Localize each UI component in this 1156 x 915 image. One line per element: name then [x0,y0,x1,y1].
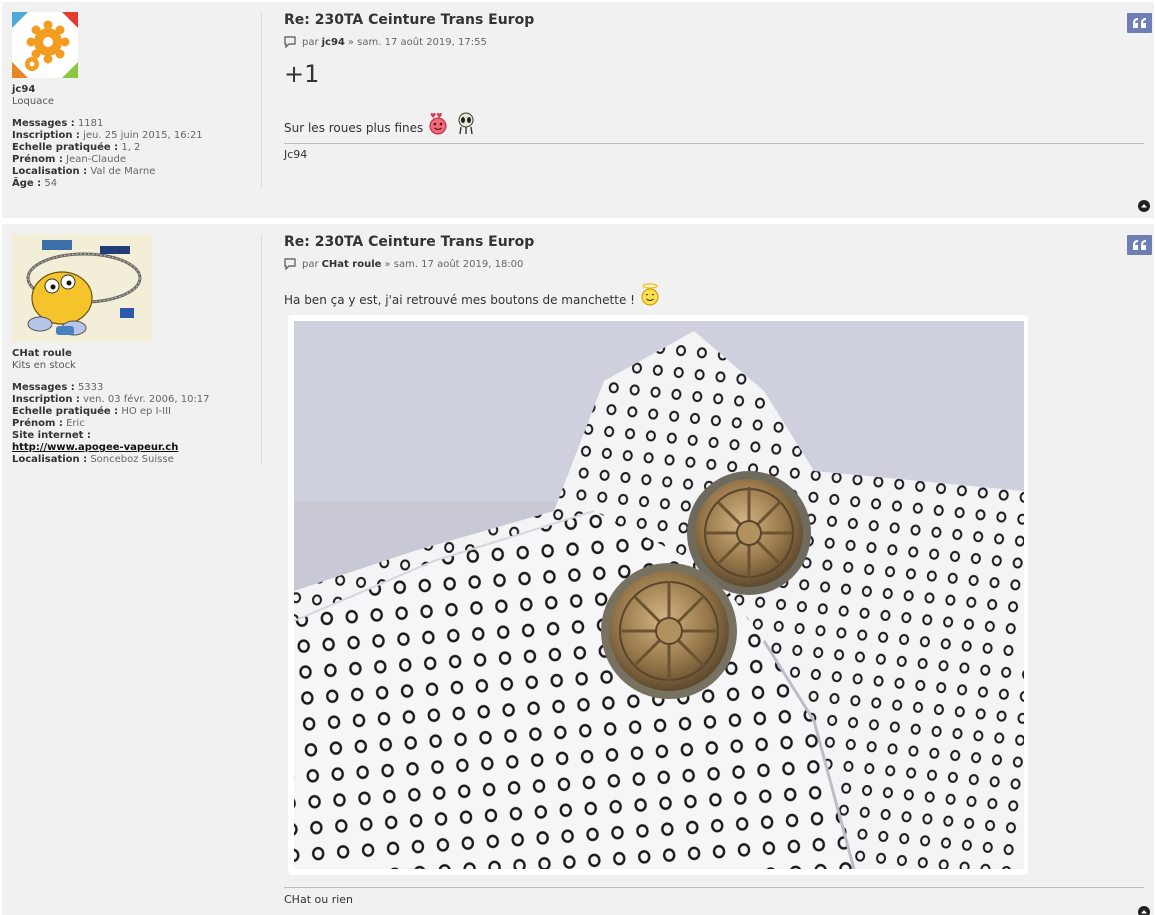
post-text: Ha ben ça y est, j'ai retrouvé mes bouto… [284,293,635,307]
profile-field: Messages : 5333 [12,382,262,394]
field-label: Echelle pratiquée : [12,406,119,417]
field-value: HO ep I-III [118,406,171,417]
user-rank: Loquace [12,96,54,107]
angel-smiley-icon [641,283,659,306]
post-meta: par CHat roule » sam. 17 août 2019, 18:0… [284,257,1144,271]
field-value: 1181 [74,118,104,129]
post-icon[interactable] [284,258,296,270]
profile-divider [261,234,262,464]
arrow-up-circle-icon[interactable] [1138,906,1150,915]
post-image-frame [288,315,1028,875]
field-label: Prénom : [12,418,63,429]
profile-divider [261,12,262,188]
website-link[interactable]: http://www.apogee-vapeur.ch [12,442,178,453]
field-label: Localisation : [12,454,88,465]
field-value: ven. 03 févr. 2006, 10:17 [79,394,210,405]
field-label: Inscription : [12,394,80,405]
signature: Jc94 [284,148,308,161]
username[interactable]: jc94 [12,84,262,96]
meta-by: par [302,36,319,48]
post-title[interactable]: Re: 230TA Ceinture Trans Europ [284,11,1144,29]
profile-field: Inscription : jeu. 25 juin 2015, 16:21 [12,130,262,142]
signature-separator [284,887,1144,888]
post-text: Sur les roues plus fines [284,121,424,135]
post-profile: jc94 Loquace Messages : 1181 Inscription… [12,12,262,190]
post: jc94 Loquace Messages : 1181 Inscription… [2,2,1154,218]
avatar[interactable] [12,12,78,78]
field-label: Messages : [12,118,75,129]
profile-field: Messages : 1181 [12,118,262,130]
arrow-up-circle-icon[interactable] [1138,200,1150,212]
field-label: Âge : [12,178,42,189]
post-profile: CHat roule Kits en stock Messages : 5333… [12,234,262,466]
signature: CHat ou rien [284,893,354,906]
field-value: Eric [62,418,85,429]
post-meta: par jc94 » sam. 17 août 2019, 17:55 [284,35,1144,49]
profile-field: Inscription : ven. 03 févr. 2006, 10:17 [12,394,262,406]
field-value: 54 [41,178,58,189]
field-value: Jean-Claude [62,154,127,165]
profile-field: Localisation : Sonceboz Suisse [12,454,262,466]
post-title[interactable]: Re: 230TA Ceinture Trans Europ [284,233,1144,251]
post-date: » sam. 17 août 2019, 18:00 [384,258,524,270]
field-value: 1, 2 [118,142,141,153]
field-label: Localisation : [12,166,88,177]
field-label: Prénom : [12,154,63,165]
profile-field: Echelle pratiquée : HO ep I-III [12,406,262,418]
username[interactable]: CHat roule [12,348,262,360]
field-label: Echelle pratiquée : [12,142,119,153]
post-image[interactable] [294,321,1024,869]
post-content: Ha ben ça y est, j'ai retrouvé mes bouto… [284,283,1144,307]
profile-field: http://www.apogee-vapeur.ch [12,442,262,454]
post-big-text: +1 [284,60,320,88]
profile-field: Localisation : Val de Marne [12,166,262,178]
wheel-button [601,563,737,699]
post-date: » sam. 17 août 2019, 17:55 [347,36,487,48]
field-value: jeu. 25 juin 2015, 16:21 [79,130,203,141]
profile-field: Âge : 54 [12,178,262,190]
post-icon[interactable] [284,36,296,48]
meta-by: par [302,258,319,270]
field-value: 5333 [74,382,104,393]
user-rank: Kits en stock [12,360,76,371]
post-body: Re: 230TA Ceinture Trans Europ par CHat … [284,233,1144,915]
profile-field: Prénom : Eric [12,418,262,430]
post: CHat roule Kits en stock Messages : 5333… [2,224,1154,915]
field-label: Messages : [12,382,75,393]
field-label: Inscription : [12,130,80,141]
love-smiley-icon: ♥♥ [429,112,447,135]
profile-field: Echelle pratiquée : 1, 2 [12,142,262,154]
post-body: Re: 230TA Ceinture Trans Europ par jc94 … [284,11,1144,161]
avatar[interactable] [12,234,152,342]
post-author[interactable]: CHat roule [322,259,382,270]
profile-field: Site internet : [12,430,262,442]
profile-field: Prénom : Jean-Claude [12,154,262,166]
post-content: Sur les roues plus fines ♥♥ [284,109,1144,135]
alien-smiley-icon [458,112,474,135]
post-author[interactable]: jc94 [322,37,345,48]
field-value: Sonceboz Suisse [87,454,174,465]
field-label: Site internet : [12,430,91,441]
signature-separator [284,143,1144,144]
field-value: Val de Marne [87,166,156,177]
